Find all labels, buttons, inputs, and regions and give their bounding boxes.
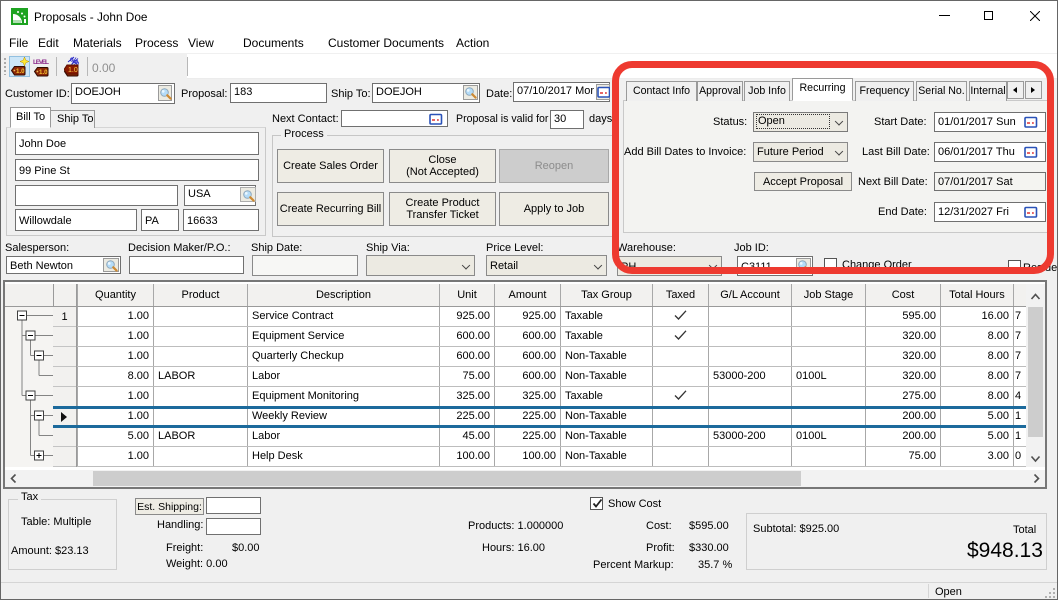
svg-text:1.0: 1.0	[68, 67, 78, 74]
svg-text:1.0: 1.0	[16, 68, 25, 75]
svg-text:1.0: 1.0	[39, 69, 48, 76]
svg-text:LEVEL: LEVEL	[33, 59, 49, 66]
